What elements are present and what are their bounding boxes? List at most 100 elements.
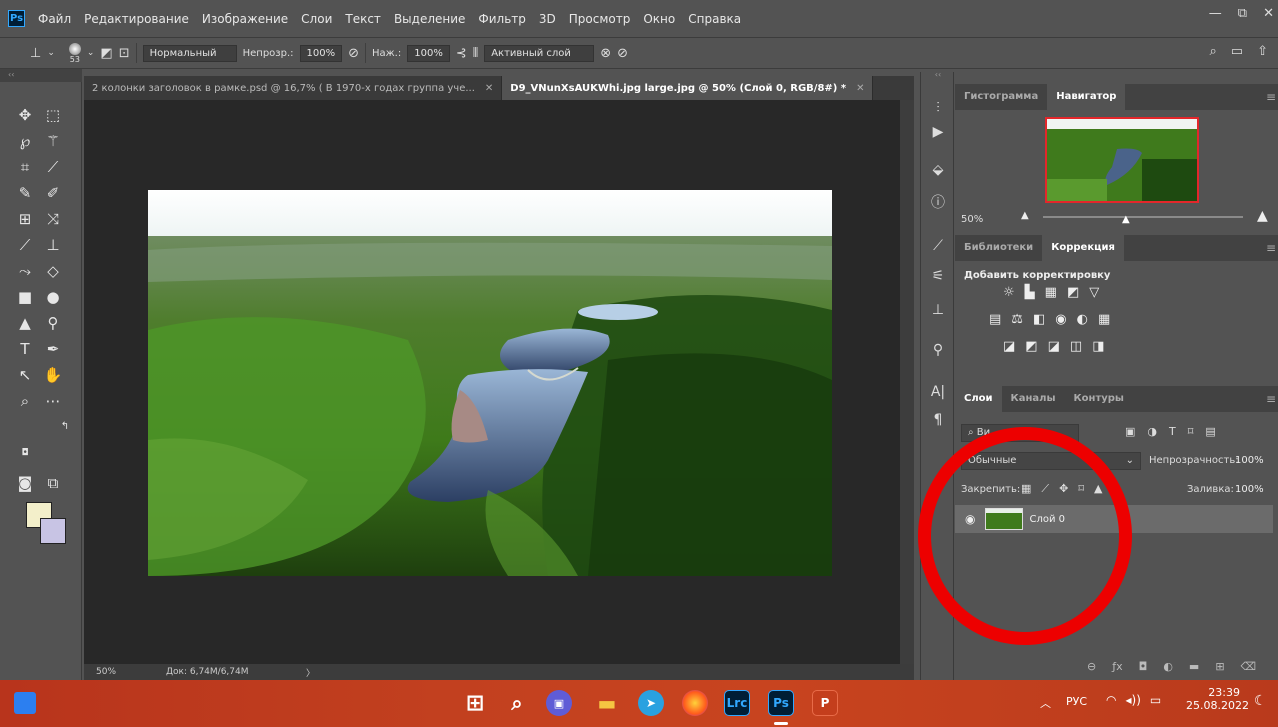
delete-layer-icon[interactable]: ⌫ [1241, 660, 1257, 673]
pressure-size-icon[interactable]: ⊘ [617, 46, 628, 61]
content-aware-move-icon[interactable]: ⤨ [40, 208, 66, 230]
crop-tool-icon[interactable]: ⌗ [12, 156, 38, 178]
toolbar-collapse[interactable]: ‹‹ [0, 69, 82, 82]
photo-filter-icon[interactable]: ◉ [1055, 312, 1066, 327]
color-balance-icon[interactable]: ⚖ [1011, 312, 1023, 327]
clock[interactable]: 23:39 25.08.2022 [1186, 686, 1249, 712]
status-menu-arrow[interactable]: 〉 [306, 666, 315, 679]
gradient-tool-icon[interactable]: ■ [12, 286, 38, 308]
menu-edit[interactable]: Редактирование [84, 12, 189, 26]
menu-3d[interactable]: 3D [539, 12, 556, 26]
close-window-button[interactable]: ✕ [1263, 6, 1274, 21]
toggle-brush-panel-icon[interactable]: ◩ [100, 46, 112, 61]
zoom-out-icon[interactable]: ▲ [1021, 210, 1029, 221]
selective-color-icon[interactable]: ◨ [1092, 339, 1104, 354]
default-colors-icon[interactable]: ◘ [12, 442, 38, 464]
toggle-clone-source-icon[interactable]: ⊡ [119, 46, 130, 61]
learn-panel-icon[interactable]: ⚲ [927, 342, 949, 358]
zoom-in-icon[interactable]: ▲ [1257, 208, 1268, 224]
new-layer-icon[interactable]: ⊞ [1215, 660, 1224, 673]
file-explorer-icon[interactable]: ▬ [594, 690, 620, 716]
restore-button[interactable]: ⧉ [1238, 6, 1247, 21]
exposure-icon[interactable]: ◩ [1067, 285, 1079, 300]
notifications-icon[interactable]: ☾ [1254, 693, 1267, 709]
magic-wand-tool-icon[interactable]: ⚚ [40, 130, 66, 152]
start-button-icon[interactable]: ⊞ [462, 690, 488, 716]
brush-preset-picker[interactable]: 53 [68, 42, 81, 64]
layer-opacity-input[interactable]: 100% [1235, 455, 1264, 466]
eraser-tool-icon[interactable]: ◇ [40, 260, 66, 282]
telegram-icon[interactable]: ➤ [638, 690, 664, 716]
tab-layers[interactable]: Слои [955, 386, 1002, 412]
zoom-level[interactable]: 50% [96, 667, 166, 677]
pen-tool-icon[interactable]: ✒ [40, 338, 66, 360]
tab-navigator[interactable]: Навигатор [1047, 84, 1126, 110]
type-tool-icon[interactable]: T [12, 338, 38, 360]
vertical-scrollbar[interactable] [900, 100, 914, 664]
path-selection-tool-icon[interactable]: ↖ [12, 364, 38, 386]
tab-channels[interactable]: Каналы [1002, 386, 1065, 412]
quick-mask-icon[interactable]: ◙ [12, 472, 38, 494]
sample-select[interactable]: Активный слой [484, 44, 595, 62]
navigator-preview[interactable] [1045, 117, 1199, 203]
type-filter-icon[interactable]: T [1169, 425, 1176, 438]
gradient-map-icon[interactable]: ◫ [1070, 339, 1082, 354]
zoom-slider[interactable] [1043, 216, 1243, 218]
chevron-down-icon[interactable]: ⌄ [87, 48, 95, 58]
curves-icon[interactable]: ▦ [1045, 285, 1057, 300]
dodge-tool-icon[interactable]: ⚲ [40, 312, 66, 334]
document-image[interactable] [148, 190, 832, 576]
color-lookup-icon[interactable]: ▦ [1098, 312, 1110, 327]
patch-tool-icon[interactable]: ✐ [40, 182, 66, 204]
paint-bucket-tool-icon[interactable]: ● [40, 286, 66, 308]
tab-libraries[interactable]: Библиотеки [955, 235, 1042, 261]
paragraph-panel-icon[interactable]: ¶ [927, 412, 949, 428]
channel-mixer-icon[interactable]: ◐ [1077, 312, 1088, 327]
brush-tool-icon[interactable]: ⟋ [12, 234, 38, 256]
marquee-tool-icon[interactable]: ⬚ [40, 104, 66, 126]
shape-filter-icon[interactable]: ⌑ [1188, 425, 1194, 438]
search-icon[interactable]: ⌕ [1210, 44, 1217, 59]
clone-stamp-tool-icon[interactable]: ⊥ [30, 46, 41, 61]
vibrance-icon[interactable]: ▽ [1089, 285, 1099, 300]
battery-icon[interactable]: ▭ [1150, 693, 1161, 707]
menu-select[interactable]: Выделение [394, 12, 465, 26]
healing-brush-tool-icon[interactable]: ✎ [12, 182, 38, 204]
sharpen-tool-icon[interactable]: ▲ [12, 312, 38, 334]
wifi-icon[interactable]: ◠ [1106, 693, 1116, 707]
menu-layers[interactable]: Слои [301, 12, 332, 26]
smart-object-filter-icon[interactable]: ▤ [1205, 425, 1215, 438]
aligned-icon[interactable]: ⫴ [473, 46, 478, 61]
frame-tool-icon[interactable]: ⊞ [12, 208, 38, 230]
new-adjustment-layer-icon[interactable]: ◐ [1163, 660, 1173, 673]
lightroom-classic-icon[interactable]: Lrc [724, 690, 750, 716]
firefox-icon[interactable] [682, 690, 708, 716]
pressure-input[interactable]: 100% [407, 44, 450, 62]
zoom-slider-thumb[interactable]: ▲ [1122, 214, 1130, 225]
eyedropper-tool-icon[interactable]: ⟋ [40, 156, 66, 178]
powerpoint-icon[interactable]: P [812, 690, 838, 716]
menu-view[interactable]: Просмотр [569, 12, 631, 26]
background-color-swatch[interactable] [40, 518, 66, 544]
hue-saturation-icon[interactable]: ▤ [989, 312, 1001, 327]
swap-colors-icon[interactable]: ↰ [52, 416, 78, 438]
history-panel-icon[interactable]: ⫶ [927, 100, 949, 116]
blend-mode-select[interactable]: Нормальный [142, 44, 237, 62]
collapse-panels-icon[interactable]: ‹‹ [927, 70, 949, 79]
panel-menu-icon[interactable]: ≡ [1266, 90, 1276, 104]
tab-paths[interactable]: Контуры [1065, 386, 1133, 412]
search-icon[interactable]: ⌕ [504, 690, 530, 716]
character-panel-icon[interactable]: A| [927, 384, 949, 400]
minimize-button[interactable]: — [1209, 6, 1222, 21]
fx-icon[interactable]: ƒx [1112, 660, 1122, 673]
tab-doc-1[interactable]: 2 колонки заголовок в рамке.psd @ 16,7% … [84, 76, 503, 100]
menu-help[interactable]: Справка [688, 12, 741, 26]
zoom-tool-icon[interactable]: ⌕ [12, 390, 38, 412]
levels-icon[interactable]: ▙ [1025, 285, 1035, 300]
3d-panel-icon[interactable]: ⬙ [927, 162, 949, 178]
widgets-icon[interactable] [14, 692, 36, 714]
posterize-icon[interactable]: ◩ [1025, 339, 1037, 354]
panel-menu-icon[interactable]: ≡ [1266, 241, 1276, 255]
new-group-icon[interactable]: ▬ [1189, 660, 1199, 673]
photoshop-taskbar-icon[interactable]: Ps [768, 690, 794, 716]
